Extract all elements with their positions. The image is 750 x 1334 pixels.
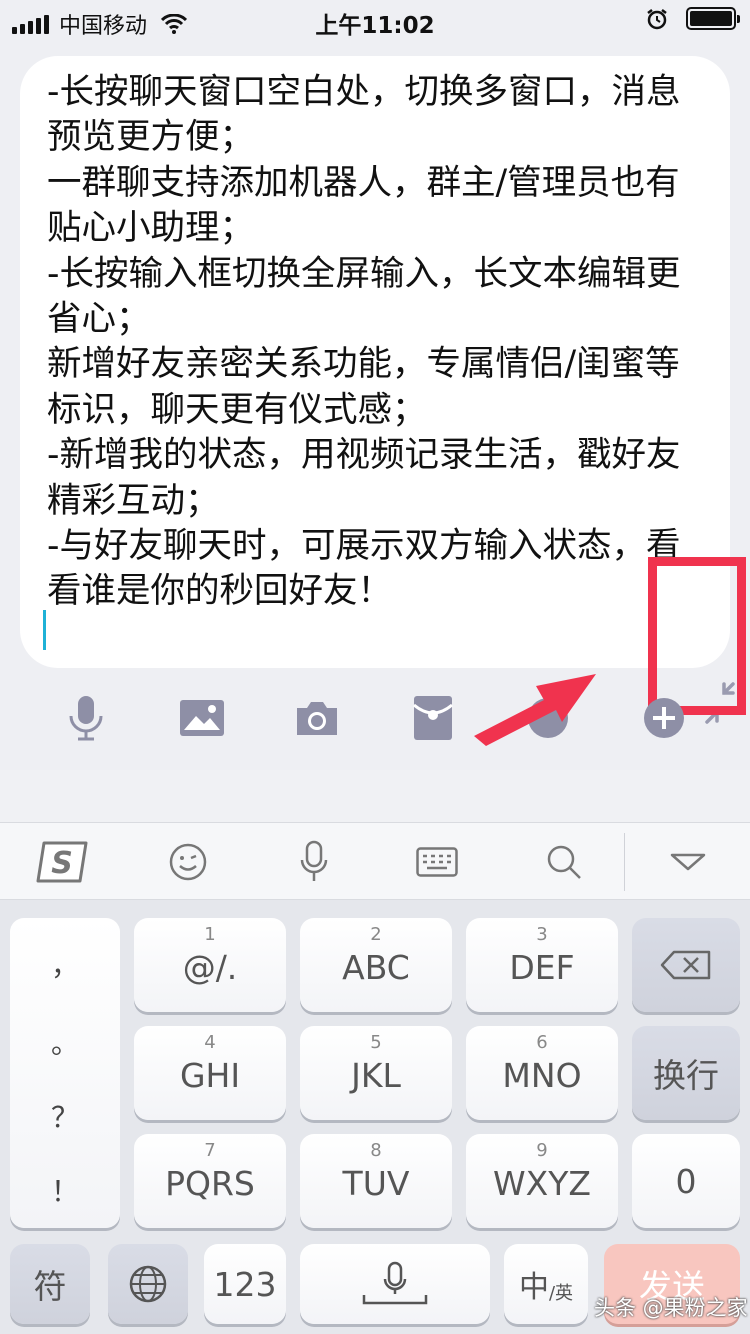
key-label: WXYZ xyxy=(492,1164,591,1203)
punct-period[interactable]: 。 xyxy=(10,1022,120,1062)
key-number: 2 xyxy=(370,924,382,945)
key-number: 3 xyxy=(536,924,548,945)
key-label: GHI xyxy=(179,1056,241,1095)
punct-comma[interactable]: ， xyxy=(10,944,120,984)
status-right xyxy=(646,7,740,30)
space-mic-icon xyxy=(300,1244,490,1324)
keyboard-toolbar-divider xyxy=(624,833,625,891)
punctuation-column[interactable]: ， 。 ？ ！ xyxy=(10,918,120,1228)
key-number: 9 xyxy=(536,1140,548,1161)
annotation-arrow xyxy=(474,674,596,746)
key-label: @/. xyxy=(182,948,238,987)
plus-icon[interactable] xyxy=(636,690,692,746)
battery-icon xyxy=(686,7,740,30)
editor-text[interactable]: -长按聊天窗口空白处，切换多窗口，消息预览更方便； 一群聊支持添加机器人，群主/… xyxy=(47,70,697,615)
backspace-key[interactable] xyxy=(632,918,740,1012)
globe-icon xyxy=(108,1244,188,1324)
key-3[interactable]: 3 DEF xyxy=(466,918,618,1012)
key-number: 6 xyxy=(536,1032,548,1053)
keyboard-toolbar: S xyxy=(0,822,750,900)
status-bar: 中国移动 上午11:02 xyxy=(0,0,750,40)
symbol-key[interactable]: 符 xyxy=(10,1244,90,1324)
key-0[interactable]: 0 xyxy=(632,1134,740,1228)
voice-icon[interactable] xyxy=(296,837,332,887)
mic-icon[interactable] xyxy=(58,690,114,746)
input-gap xyxy=(0,770,750,822)
key-4[interactable]: 4 GHI xyxy=(134,1026,286,1120)
key-number: 7 xyxy=(204,1140,216,1161)
language-label: 中/英 xyxy=(504,1244,588,1324)
search-icon[interactable] xyxy=(544,837,584,887)
numbers-label: 123 xyxy=(213,1264,277,1304)
emoji-face-icon[interactable] xyxy=(166,837,210,887)
punct-exclaim[interactable]: ！ xyxy=(10,1170,120,1210)
red-packet-icon[interactable] xyxy=(405,690,461,746)
keyboard-icon[interactable] xyxy=(415,837,459,887)
key-number: 8 xyxy=(370,1140,382,1161)
language-key[interactable]: 中/英 xyxy=(504,1244,588,1324)
key-1[interactable]: 1 @/. xyxy=(134,918,286,1012)
space-key[interactable] xyxy=(300,1244,490,1324)
image-icon[interactable] xyxy=(174,690,230,746)
backspace-icon xyxy=(632,918,740,1012)
key-number: 4 xyxy=(204,1032,216,1053)
key-9[interactable]: 9 WXYZ xyxy=(466,1134,618,1228)
key-label: JKL xyxy=(351,1056,401,1095)
key-label: PQRS xyxy=(165,1164,255,1203)
newline-key[interactable]: 换行 xyxy=(632,1026,740,1120)
punct-question[interactable]: ？ xyxy=(10,1096,120,1136)
key-label: DEF xyxy=(509,948,575,987)
numbers-key[interactable]: 123 xyxy=(204,1244,286,1324)
svg-text:S: S xyxy=(51,846,73,881)
zero-label: 0 xyxy=(675,1161,697,1201)
lang-sub: /英 xyxy=(548,1283,574,1304)
key-label: ABC xyxy=(342,948,410,987)
key-6[interactable]: 6 MNO xyxy=(466,1026,618,1120)
status-time: 上午11:02 xyxy=(315,13,435,39)
watermark: 头条 @果粉之家 xyxy=(594,1296,748,1320)
key-5[interactable]: 5 JKL xyxy=(300,1026,452,1120)
symbol-label: 符 xyxy=(33,1267,67,1306)
key-7[interactable]: 7 PQRS xyxy=(134,1134,286,1228)
key-2[interactable]: 2 ABC xyxy=(300,918,452,1012)
alarm-icon xyxy=(647,8,667,29)
sogou-logo-icon[interactable]: S xyxy=(36,837,90,887)
collapse-keyboard-icon[interactable] xyxy=(668,837,708,887)
text-caret xyxy=(43,610,46,650)
key-8[interactable]: 8 TUV xyxy=(300,1134,452,1228)
key-label: TUV xyxy=(342,1164,410,1203)
newline-label: 换行 xyxy=(653,1056,719,1095)
camera-icon[interactable] xyxy=(289,690,345,746)
key-label: MNO xyxy=(502,1056,582,1095)
chat-toolbar xyxy=(0,690,750,750)
globe-key[interactable] xyxy=(108,1244,188,1324)
lang-main: 中 xyxy=(518,1270,549,1305)
key-number: 5 xyxy=(370,1032,382,1053)
fullscreen-text-editor[interactable]: -长按聊天窗口空白处，切换多窗口，消息预览更方便； 一群聊支持添加机器人，群主/… xyxy=(20,56,735,724)
key-number: 1 xyxy=(204,924,216,945)
